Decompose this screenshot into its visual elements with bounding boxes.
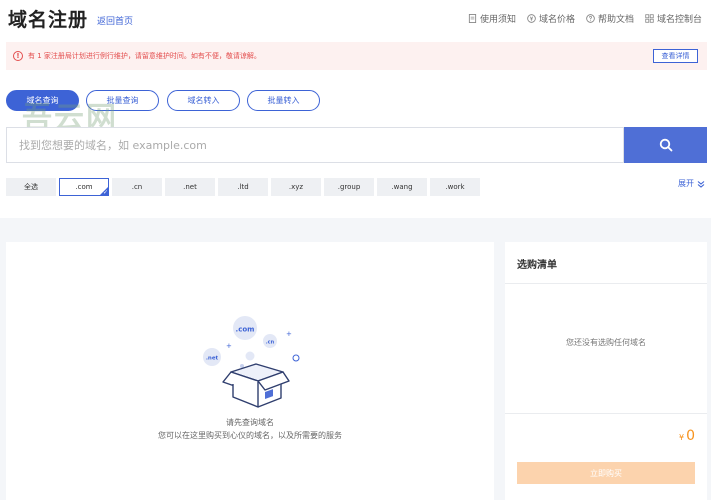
double-chevron-down-icon (697, 180, 705, 188)
tag-net: .net (206, 356, 219, 362)
nav-help-docs[interactable]: 帮助文档 (586, 12, 634, 25)
nav-usage-notes[interactable]: 使用须知 (468, 12, 516, 25)
search-icon (659, 138, 672, 152)
tab-domain-query[interactable]: 域名查询 (6, 90, 79, 111)
check-icon: ✓ (102, 189, 108, 196)
tab-batch-transfer[interactable]: 批量转入 (247, 90, 320, 111)
svg-text:+: + (286, 330, 292, 338)
results-panel: .com .cn .net + + 请先查询域名 您可以在这里购买到心仪的域名，… (6, 242, 494, 500)
cart-divider (505, 283, 707, 284)
suffix-net[interactable]: .net (165, 178, 215, 196)
currency-symbol: ¥ (678, 433, 685, 442)
cart-footer: ¥ 0 立即购买 (505, 413, 707, 500)
empty-hint-title: 请先查询域名 (226, 418, 274, 427)
document-icon (468, 14, 477, 23)
nav-domain-price-label: 域名价格 (538, 15, 575, 25)
query-tabs: 域名查询 批量查询 域名转入 批量转入 (6, 90, 320, 111)
price-icon (527, 14, 536, 23)
nav-domain-console-label: 域名控制台 (656, 15, 702, 25)
tab-batch-query[interactable]: 批量查询 (86, 90, 159, 111)
suffix-group[interactable]: .group (324, 178, 374, 196)
tag-cn: .cn (266, 340, 275, 346)
suffix-ltd[interactable]: .ltd (218, 178, 268, 196)
suffix-filter: 全选 .com ✓ .cn .net .ltd .xyz .group .wang… (6, 178, 480, 196)
tag-com: .com (236, 326, 255, 334)
top-nav: 使用须知 域名价格 帮助文档 域名控制台 (468, 12, 702, 25)
cart-panel: 选购清单 您还没有选购任何域名 ¥ 0 立即购买 (505, 242, 707, 500)
page-title: 域名注册 (8, 9, 89, 31)
cart-total: ¥ 0 (679, 428, 695, 444)
suffix-xyz[interactable]: .xyz (271, 178, 321, 196)
suffix-wang[interactable]: .wang (377, 178, 427, 196)
suffix-com-label: .com (75, 183, 93, 191)
suffix-select-all[interactable]: 全选 (6, 178, 56, 196)
expand-label: 展开 (678, 179, 694, 188)
grid-icon (645, 14, 654, 23)
nav-help-docs-label: 帮助文档 (597, 15, 634, 25)
tab-domain-transfer[interactable]: 域名转入 (167, 90, 240, 111)
warning-icon: ! (13, 51, 23, 61)
nav-usage-notes-label: 使用须知 (479, 15, 516, 25)
expand-button[interactable]: 展开 (678, 178, 705, 189)
back-home-link[interactable]: 返回首页 (97, 14, 133, 27)
help-icon (586, 14, 595, 23)
svg-text:+: + (226, 342, 232, 350)
buy-now-button[interactable]: 立即购买 (517, 462, 695, 484)
notice-text: 有 1 家注册局计划进行例行维护，请留意维护时间。如有不便，敬请谅解。 (28, 52, 261, 60)
empty-box-illustration: .com .cn .net + + (203, 316, 300, 408)
nav-domain-price[interactable]: 域名价格 (527, 12, 575, 25)
view-details-button[interactable]: 查看详情 (653, 49, 698, 63)
suffix-cn[interactable]: .cn (112, 178, 162, 196)
suffix-com[interactable]: .com ✓ (59, 178, 109, 196)
nav-domain-console[interactable]: 域名控制台 (645, 12, 702, 25)
domain-search-input[interactable] (6, 127, 624, 163)
empty-hint-subtitle: 您可以在这里购买到心仪的域名，以及所需要的服务 (158, 431, 342, 440)
maintenance-notice: ! 有 1 家注册局计划进行例行维护，请留意维护时间。如有不便，敬请谅解。 查看… (6, 42, 707, 70)
suffix-work[interactable]: .work (430, 178, 480, 196)
cart-title: 选购清单 (517, 260, 557, 271)
top-section: 域名注册 返回首页 使用须知 域名价格 帮助文档 域名控制台 ! 有 1 家注册… (0, 0, 711, 218)
total-amount: 0 (686, 428, 695, 444)
cart-empty-text: 您还没有选购任何域名 (566, 338, 646, 347)
search-button[interactable] (624, 127, 707, 163)
